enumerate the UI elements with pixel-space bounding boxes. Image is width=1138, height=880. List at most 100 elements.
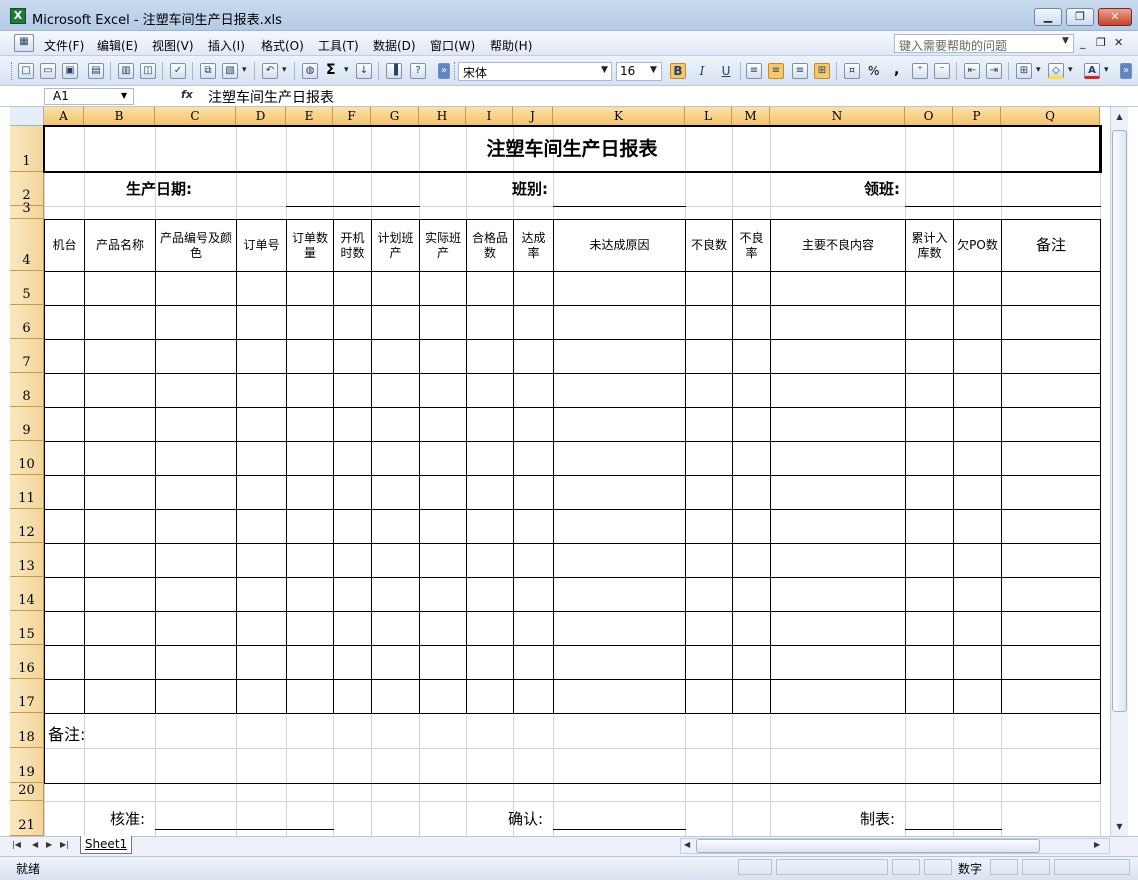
font-name-select[interactable]: 宋体 xyxy=(458,62,612,81)
decrease-decimal-icon[interactable]: ⁻ xyxy=(934,63,950,79)
paste-icon[interactable]: ▧ xyxy=(222,63,238,79)
borders-icon[interactable]: ⊞ xyxy=(1016,63,1032,79)
close-button[interactable]: ✕ xyxy=(1098,8,1132,26)
scroll-left-icon[interactable]: ◀ xyxy=(684,840,690,849)
help-search-input[interactable]: 键入需要帮助的问题 xyxy=(894,34,1074,53)
undo-dropdown-icon[interactable]: ▾ xyxy=(282,65,287,75)
row-header-10[interactable]: 10 xyxy=(10,441,44,475)
header-cell[interactable]: 备注 xyxy=(1002,220,1100,271)
header-cell[interactable]: 不良率 xyxy=(733,220,770,271)
header-cell[interactable]: 主要不良内容 xyxy=(771,220,905,271)
doc-close-icon[interactable]: ✕ xyxy=(1114,36,1123,49)
column-header-c[interactable]: C xyxy=(155,107,236,126)
restore-button[interactable]: ❐ xyxy=(1066,8,1094,26)
sheet-title[interactable]: 注塑车间生产日报表 xyxy=(44,126,1100,172)
permission-icon[interactable]: ▤ xyxy=(88,63,104,79)
row-header-11[interactable]: 11 xyxy=(10,475,44,509)
column-header-g[interactable]: G xyxy=(371,107,419,126)
formula-input[interactable]: 注塑车间生产日报表 xyxy=(208,87,334,107)
autosum-dropdown-icon[interactable]: ▾ xyxy=(344,65,349,75)
help-icon[interactable]: ? xyxy=(410,63,426,79)
column-header-b[interactable]: B xyxy=(84,107,155,126)
header-cell[interactable]: 产品名称 xyxy=(85,220,155,271)
menu-format[interactable]: 格式(O) xyxy=(261,37,304,54)
header-cell[interactable]: 机台 xyxy=(45,220,84,271)
row-header-1[interactable]: 1 xyxy=(10,126,44,172)
row-header-6[interactable]: 6 xyxy=(10,305,44,339)
chart-wizard-icon[interactable]: ▐ xyxy=(386,63,402,79)
remarks-label[interactable]: 备注: xyxy=(48,721,85,745)
doc-minimize-icon[interactable]: _ xyxy=(1080,36,1086,49)
shift-label[interactable]: 班别: xyxy=(466,172,552,206)
confirm-label[interactable]: 确认: xyxy=(508,808,543,829)
toolbar-options-icon[interactable]: » xyxy=(1120,63,1132,79)
row-header-21[interactable]: 21 xyxy=(10,801,44,836)
row-header-16[interactable]: 16 xyxy=(10,645,44,679)
menu-view[interactable]: 视图(V) xyxy=(152,37,194,54)
menu-help[interactable]: 帮助(H) xyxy=(490,37,532,54)
sheet-grid[interactable] xyxy=(10,107,1110,836)
underline-button[interactable]: U xyxy=(718,63,734,79)
menu-edit[interactable]: 编辑(E) xyxy=(97,37,138,54)
header-cell[interactable]: 实际班产 xyxy=(420,220,466,271)
row-header-3[interactable]: 3 xyxy=(10,201,44,219)
row-header-8[interactable]: 8 xyxy=(10,373,44,407)
header-cell[interactable]: 订单数量 xyxy=(287,220,333,271)
row-header-5[interactable]: 5 xyxy=(10,271,44,305)
currency-icon[interactable]: ¤ xyxy=(844,63,860,79)
vertical-scroll-thumb[interactable] xyxy=(1112,130,1127,712)
row-header-19[interactable]: 19 xyxy=(10,748,44,783)
autosum-button[interactable]: Σ xyxy=(326,62,336,78)
header-cell[interactable]: 累计入库数 xyxy=(906,220,953,271)
save-icon[interactable]: ▣ xyxy=(62,63,78,79)
column-header-m[interactable]: M xyxy=(732,107,770,126)
menu-insert[interactable]: 插入(I) xyxy=(208,37,245,54)
header-cell[interactable]: 计划班产 xyxy=(372,220,419,271)
align-left-icon[interactable]: ≡ xyxy=(746,63,762,79)
production-date-label[interactable]: 生产日期: xyxy=(84,172,234,206)
decrease-indent-icon[interactable]: ⇤ xyxy=(964,63,980,79)
menu-file[interactable]: 文件(F) xyxy=(44,37,84,54)
chevron-down-icon[interactable]: ▼ xyxy=(1062,36,1069,46)
borders-dropdown-icon[interactable]: ▾ xyxy=(1036,65,1041,75)
scroll-up-icon[interactable]: ▲ xyxy=(1112,112,1127,121)
row-header-18[interactable]: 18 xyxy=(10,713,44,748)
row-header-4[interactable]: 4 xyxy=(10,219,44,271)
chevron-down-icon[interactable]: ▼ xyxy=(650,65,657,75)
hyperlink-icon[interactable]: ◍ xyxy=(302,63,318,79)
row-header-9[interactable]: 9 xyxy=(10,407,44,441)
sheet-tab-sheet1[interactable]: Sheet1 xyxy=(80,836,132,854)
minimize-button[interactable]: ▁ xyxy=(1034,8,1062,26)
font-color-icon[interactable]: A xyxy=(1084,63,1100,79)
first-sheet-icon[interactable]: |◀ xyxy=(12,840,21,849)
header-cell[interactable]: 未达成原因 xyxy=(554,220,685,271)
row-header-13[interactable]: 13 xyxy=(10,543,44,577)
column-header-f[interactable]: F xyxy=(333,107,371,126)
align-center-icon[interactable]: ≡ xyxy=(768,63,784,79)
print-icon[interactable]: ▥ xyxy=(118,63,134,79)
chevron-down-icon[interactable]: ▼ xyxy=(121,91,127,100)
toolbar-grip[interactable] xyxy=(454,62,457,80)
menu-tools[interactable]: 工具(T) xyxy=(318,37,359,54)
print-preview-icon[interactable]: ◫ xyxy=(140,63,156,79)
prev-sheet-icon[interactable]: ◀ xyxy=(32,840,38,849)
chevron-down-icon[interactable]: ▼ xyxy=(601,65,608,75)
column-header-l[interactable]: L xyxy=(685,107,732,126)
header-cell[interactable]: 产品编号及颜色 xyxy=(156,220,236,271)
fill-color-dropdown-icon[interactable]: ▾ xyxy=(1068,65,1073,75)
prepared-label[interactable]: 制表: xyxy=(860,808,895,829)
font-color-dropdown-icon[interactable]: ▾ xyxy=(1104,65,1109,75)
row-header-15[interactable]: 15 xyxy=(10,611,44,645)
column-header-n[interactable]: N xyxy=(770,107,905,126)
next-sheet-icon[interactable]: ▶ xyxy=(46,840,52,849)
paste-dropdown-icon[interactable]: ▾ xyxy=(242,65,247,75)
column-header-a[interactable]: A xyxy=(44,107,84,126)
sort-ascending-icon[interactable]: ↓ xyxy=(356,63,372,79)
doc-restore-icon[interactable]: ❐ xyxy=(1096,36,1106,49)
toolbar-options-icon[interactable]: » xyxy=(438,63,450,79)
menu-window[interactable]: 窗口(W) xyxy=(430,37,475,54)
percent-button[interactable]: % xyxy=(868,64,879,78)
row-header-17[interactable]: 17 xyxy=(10,679,44,713)
increase-decimal-icon[interactable]: ⁺ xyxy=(912,63,928,79)
excel-icon[interactable]: X xyxy=(10,8,26,24)
